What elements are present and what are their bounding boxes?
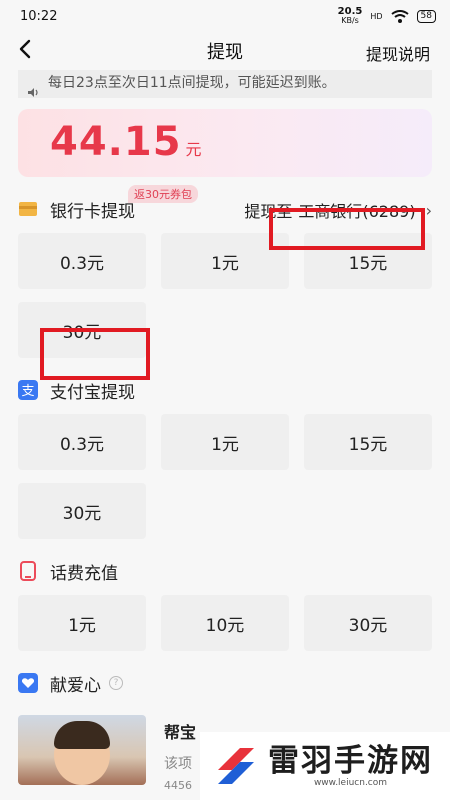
wifi-icon	[390, 9, 409, 23]
phone-icon	[18, 561, 38, 581]
coupon-badge: 返30元券包	[128, 185, 198, 203]
withdraw-instructions-link[interactable]: 提现说明	[366, 41, 430, 65]
notice-banner: 每日23点至次日11点间提现，可能延迟到账。	[18, 70, 432, 98]
charity-photo	[18, 715, 146, 785]
balance-amount: 44.15	[50, 119, 182, 165]
network-speed-unit: KB/s	[341, 16, 359, 25]
charity-section-header: 献爱心 ?	[18, 659, 432, 707]
status-time: 10:22	[20, 8, 58, 24]
alipay-option-1[interactable]: 1元	[161, 414, 289, 470]
phone-option-1[interactable]: 10元	[161, 595, 289, 651]
phone-options-grid: 1元 10元 30元	[18, 595, 432, 651]
balance-unit: 元	[185, 140, 202, 159]
balance-card: 44.15 元	[18, 109, 432, 177]
bank-target-prefix: 提现至	[244, 202, 293, 221]
network-speed: 20.5 KB/s	[338, 7, 363, 26]
watermark: 雷羽手游网 www.leiucn.com	[200, 732, 450, 800]
alipay-icon: 支	[18, 380, 38, 400]
bank-target-name: 工商银行(6289)	[298, 202, 416, 221]
phone-option-2[interactable]: 30元	[304, 595, 432, 651]
back-button[interactable]	[18, 38, 32, 66]
alipay-option-3[interactable]: 30元	[18, 483, 146, 539]
bank-option-0[interactable]: 0.3元	[18, 233, 146, 289]
child-hair-shape	[54, 721, 110, 749]
bank-option-1[interactable]: 1元	[161, 233, 289, 289]
charity-item-title: 帮宝	[164, 723, 197, 742]
bank-option-2[interactable]: 15元	[304, 233, 432, 289]
speaker-icon	[27, 84, 39, 105]
alipay-option-0[interactable]: 0.3元	[18, 414, 146, 470]
alipay-section-title: 支付宝提现	[50, 382, 135, 403]
watermark-sub: www.leiucn.com	[313, 778, 388, 788]
charity-section-title: 献爱心	[50, 675, 101, 696]
charity-text: 帮宝 该项 4456	[164, 715, 196, 792]
bank-card-icon	[18, 199, 38, 219]
bank-options-grid: 0.3元 1元 15元 30元	[18, 233, 432, 358]
svg-text:支: 支	[21, 384, 34, 399]
heart-hands-icon	[18, 673, 38, 693]
battery-icon: 58	[416, 9, 436, 23]
phone-section-title: 话费充值	[50, 563, 118, 584]
chevron-right-icon: ›	[425, 200, 432, 220]
notice-text: 每日23点至次日11点间提现，可能延迟到账。	[48, 75, 336, 91]
phone-section-header: 话费充值	[18, 547, 432, 595]
bank-option-3[interactable]: 30元	[18, 302, 146, 358]
bank-section-header: 银行卡提现 返30元券包 提现至 工商银行(6289) ›	[18, 185, 432, 233]
watermark-main: 雷羽手游网	[268, 743, 433, 779]
nav-bar: 提现 提现说明	[0, 32, 450, 70]
watermark-text: 雷羽手游网 www.leiucn.com	[268, 744, 433, 788]
charity-item-desc: 该项	[164, 756, 192, 772]
main-content: 44.15 元 银行卡提现 返30元券包 提现至 工商银行(6289) › 0.…	[0, 109, 450, 792]
charity-item-number: 4456	[164, 779, 192, 792]
phone-option-0[interactable]: 1元	[18, 595, 146, 651]
chevron-left-icon	[19, 39, 31, 59]
watermark-logo-icon	[218, 748, 254, 784]
help-icon[interactable]: ?	[109, 676, 123, 690]
alipay-section-header: 支 支付宝提现	[18, 366, 432, 414]
status-bar: 10:22 20.5 KB/s HD 58	[0, 0, 450, 32]
bank-target-selector[interactable]: 提现至 工商银行(6289) ›	[244, 198, 432, 222]
hd-network-icon: HD	[370, 11, 383, 21]
alipay-option-2[interactable]: 15元	[304, 414, 432, 470]
alipay-options-grid: 0.3元 1元 15元 30元	[18, 414, 432, 539]
bank-section-title: 银行卡提现	[50, 201, 135, 222]
status-icons: 20.5 KB/s HD 58	[338, 7, 436, 25]
